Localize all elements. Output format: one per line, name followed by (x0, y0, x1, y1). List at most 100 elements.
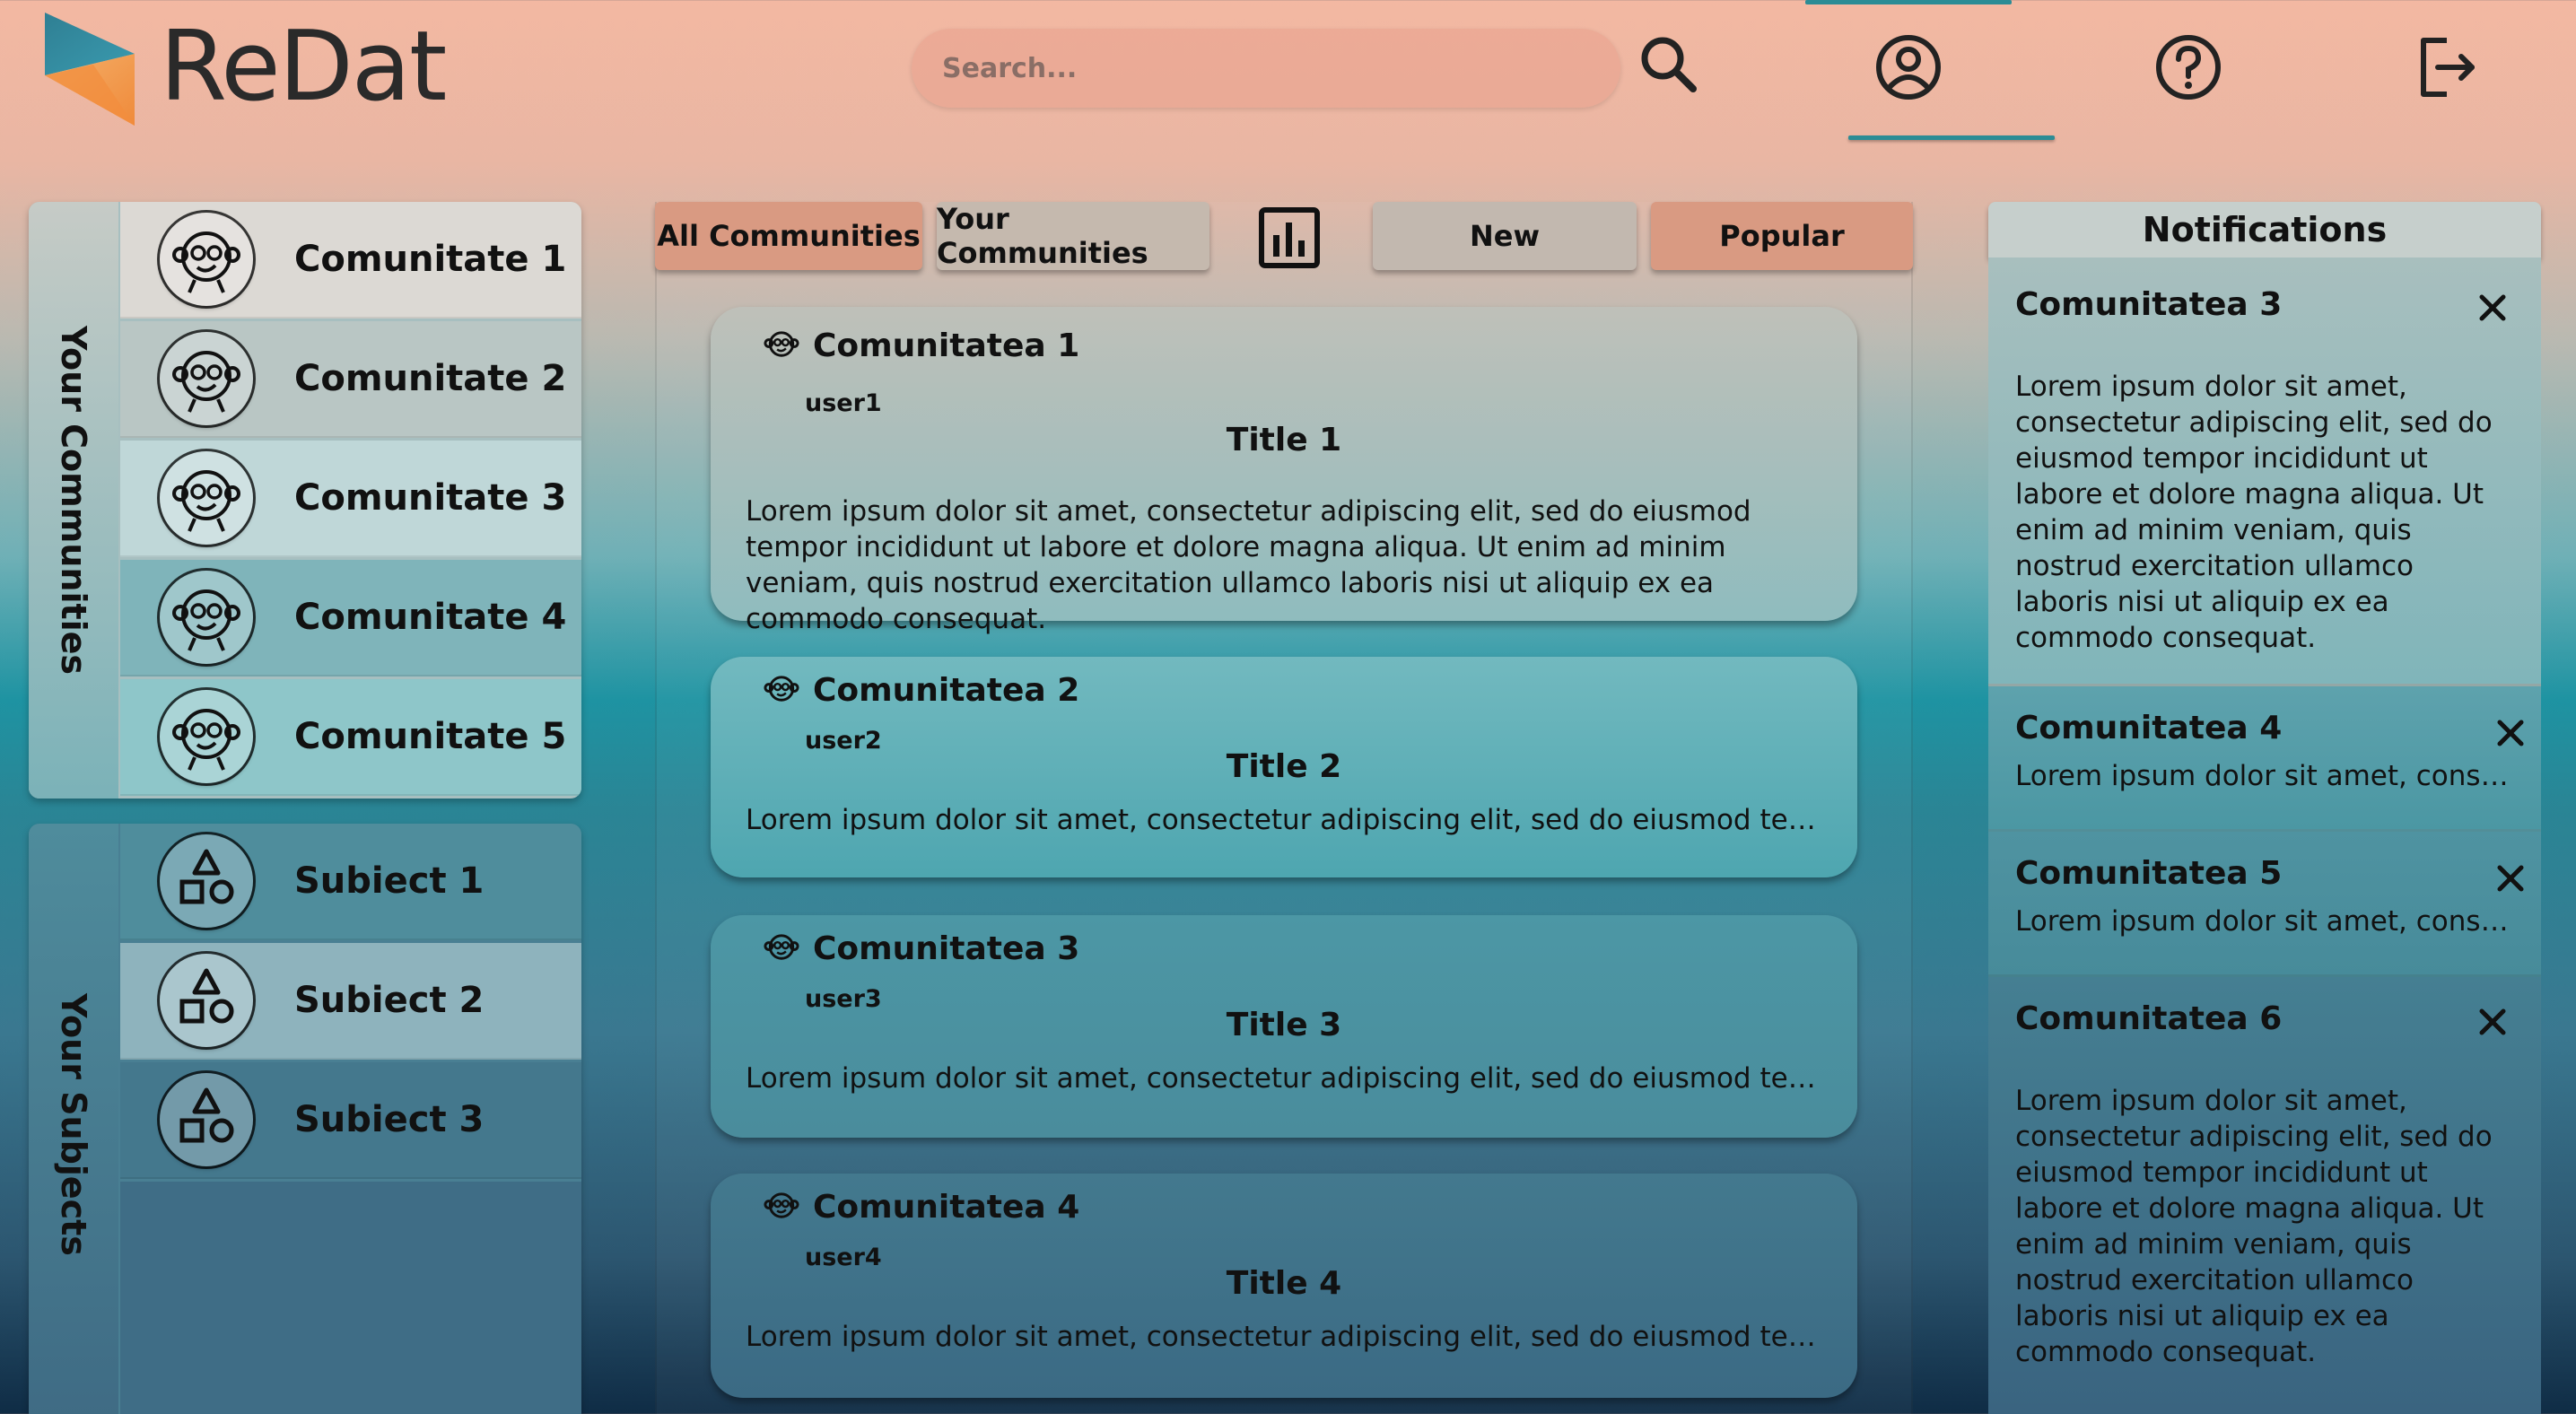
notification-item[interactable]: Comunitatea 3 Lorem ipsum dolor sit amet… (1988, 257, 2541, 686)
app-logo[interactable]: ReDat (39, 9, 447, 126)
sidebar-empty-area (120, 1182, 581, 1414)
post-community[interactable]: Comunitatea 3 (763, 930, 1079, 967)
help-icon (2156, 35, 2221, 100)
search-button[interactable] (1629, 27, 1710, 108)
sidebar-item-subiect-3[interactable]: Subiect 3 (120, 1062, 581, 1179)
sidebar-item-label: Subiect 2 (294, 980, 485, 1021)
close-notification-button[interactable] (2493, 860, 2528, 896)
tab-profile[interactable] (1805, 0, 2055, 140)
sidebar-item-label: Subiect 3 (294, 1099, 485, 1140)
monkey-icon (764, 1192, 799, 1218)
tab-popular[interactable]: Popular (1651, 202, 1913, 270)
tab-your-communities[interactable]: Your Communities (937, 202, 1209, 270)
post-title[interactable]: Title 1 (711, 422, 1857, 458)
sidebar-item-comunitate-2[interactable]: Comunitate 2 (120, 321, 581, 438)
subjects-panel: Your Subjects Subiect 1 Subiect 2 Subiec… (29, 824, 581, 1414)
help-button[interactable] (2148, 27, 2229, 108)
notification-item[interactable]: Comunitatea 6 Lorem ipsum dolor sit amet… (1988, 977, 2541, 1414)
sidebar-item-label: Comunitate 3 (294, 477, 567, 519)
sidebar-item-subiect-1[interactable]: Subiect 1 (120, 824, 581, 940)
tab-all-communities[interactable]: All Communities (655, 202, 922, 270)
community-avatar (160, 690, 253, 783)
monkey-icon (172, 709, 240, 771)
monkey-icon (172, 351, 240, 413)
subject-avatar (160, 954, 253, 1047)
close-icon (2497, 720, 2524, 746)
community-avatar (160, 571, 253, 664)
monkey-icon (172, 589, 240, 651)
close-notification-button[interactable] (2475, 1004, 2511, 1040)
notification-title: Comunitatea 5 (2015, 855, 2283, 892)
notifications-title: Notifications (2142, 210, 2388, 249)
bar-chart-icon (1259, 207, 1320, 268)
search-bar[interactable] (912, 29, 1620, 108)
subject-avatar (160, 834, 253, 928)
shapes-icon (179, 1087, 234, 1143)
sidebar-item-label: Subiect 1 (294, 860, 485, 902)
post-title[interactable]: Title 3 (711, 1007, 1857, 1043)
sidebar-item-label: Comunitate 5 (294, 716, 567, 757)
sidebar-item-label: Comunitate 1 (294, 239, 567, 280)
notification-text: Lorem ipsum dolor sit amet, conse... (2015, 760, 2509, 792)
post-community-name: Comunitatea 1 (813, 327, 1080, 364)
post-body: Lorem ipsum dolor sit amet, consectetur … (746, 495, 1751, 635)
profile-button[interactable] (1868, 27, 1949, 108)
post-card[interactable]: Comunitatea 3 user3 Title 3 Lorem ipsum … (711, 915, 1857, 1138)
tab-indicator-top (1805, 0, 2012, 4)
communities-label-text: Your Communities (54, 325, 93, 676)
monkey-icon (764, 934, 799, 960)
post-body: Lorem ipsum dolor sit amet, consectetur … (746, 804, 1821, 836)
post-user[interactable]: user1 (805, 389, 882, 417)
notification-text: Lorem ipsum dolor sit amet, consectetur … (2015, 1085, 2493, 1368)
shapes-icon (179, 968, 234, 1024)
post-body: Lorem ipsum dolor sit amet, consectetur … (746, 1062, 1821, 1095)
monkey-icon (764, 331, 799, 357)
sidebar-item-label: Comunitate 2 (294, 358, 567, 399)
sidebar-item-comunitate-4[interactable]: Comunitate 4 (120, 560, 581, 676)
close-notification-button[interactable] (2493, 715, 2528, 751)
shapes-icon (179, 849, 234, 904)
stats-button[interactable] (1258, 206, 1321, 269)
post-community-name: Comunitatea 4 (813, 1188, 1080, 1226)
notification-title: Comunitatea 4 (2015, 710, 2283, 746)
search-icon (1641, 37, 1697, 92)
notification-text: Lorem ipsum dolor sit amet, conse... (2015, 905, 2509, 938)
community-avatar (160, 332, 253, 425)
notification-title: Comunitatea 6 (2015, 1000, 2283, 1037)
post-community[interactable]: Comunitatea 1 (763, 327, 1079, 364)
sidebar-item-subiect-2[interactable]: Subiect 2 (120, 943, 581, 1060)
communities-panel: Your Communities Comunitate 1 Comunitate… (29, 202, 581, 799)
post-community[interactable]: Comunitatea 4 (763, 1188, 1079, 1226)
communities-label: Your Communities (29, 202, 118, 799)
post-card[interactable]: Comunitatea 2 user2 Title 2 Lorem ipsum … (711, 657, 1857, 877)
post-community-name: Comunitatea 2 (813, 671, 1080, 709)
close-icon (2479, 294, 2506, 321)
notification-title: Comunitatea 3 (2015, 286, 2283, 323)
sidebar-item-comunitate-5[interactable]: Comunitate 5 (120, 679, 581, 796)
subjects-label: Your Subjects (29, 824, 118, 1414)
post-community[interactable]: Comunitatea 2 (763, 671, 1079, 709)
notification-item[interactable]: Comunitatea 4 Lorem ipsum dolor sit amet… (1988, 686, 2541, 832)
close-icon (2497, 865, 2524, 892)
logout-button[interactable] (2406, 27, 2487, 108)
post-title[interactable]: Title 4 (711, 1265, 1857, 1302)
post-title[interactable]: Title 2 (711, 748, 1857, 785)
post-card[interactable]: Comunitatea 4 user4 Title 4 Lorem ipsum … (711, 1174, 1857, 1398)
notifications-list: Comunitatea 3 Lorem ipsum dolor sit amet… (1988, 257, 2541, 1414)
tab-new[interactable]: New (1373, 202, 1637, 270)
notifications-header: Notifications (1988, 202, 2541, 257)
subjects-label-text: Your Subjects (54, 992, 93, 1256)
search-input[interactable] (942, 52, 1620, 84)
tab-indicator-bottom (1848, 135, 2055, 140)
close-notification-button[interactable] (2475, 290, 2511, 326)
monkey-icon (172, 231, 240, 293)
subject-avatar (160, 1073, 253, 1166)
notification-text: Lorem ipsum dolor sit amet, consectetur … (2015, 371, 2493, 654)
sidebar-item-comunitate-3[interactable]: Comunitate 3 (120, 441, 581, 557)
post-body: Lorem ipsum dolor sit amet, consectetur … (746, 1321, 1821, 1353)
notification-item[interactable]: Comunitatea 5 Lorem ipsum dolor sit amet… (1988, 832, 2541, 977)
post-community-name: Comunitatea 3 (813, 930, 1080, 967)
sidebar-item-comunitate-1[interactable]: Comunitate 1 (120, 202, 581, 319)
close-icon (2479, 1008, 2506, 1035)
post-card[interactable]: Comunitatea 1 user1 Title 1 Lorem ipsum … (711, 307, 1857, 635)
